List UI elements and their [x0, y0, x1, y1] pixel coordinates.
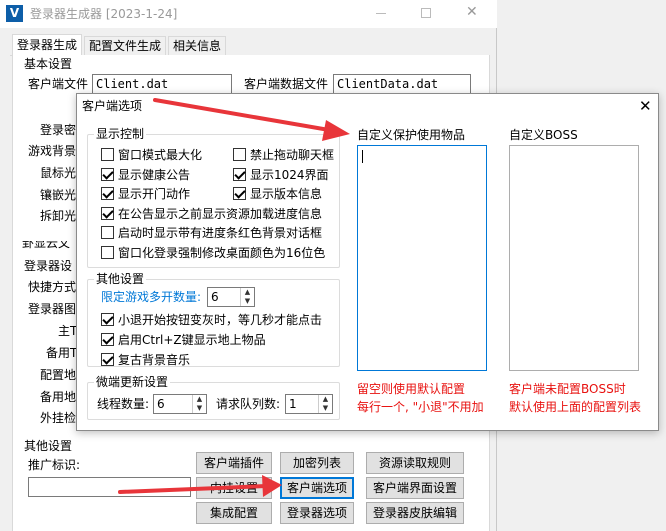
arrow-to-client-options [118, 475, 282, 497]
arrow-to-custom-items [153, 98, 350, 141]
annotation-arrows [118, 98, 350, 497]
